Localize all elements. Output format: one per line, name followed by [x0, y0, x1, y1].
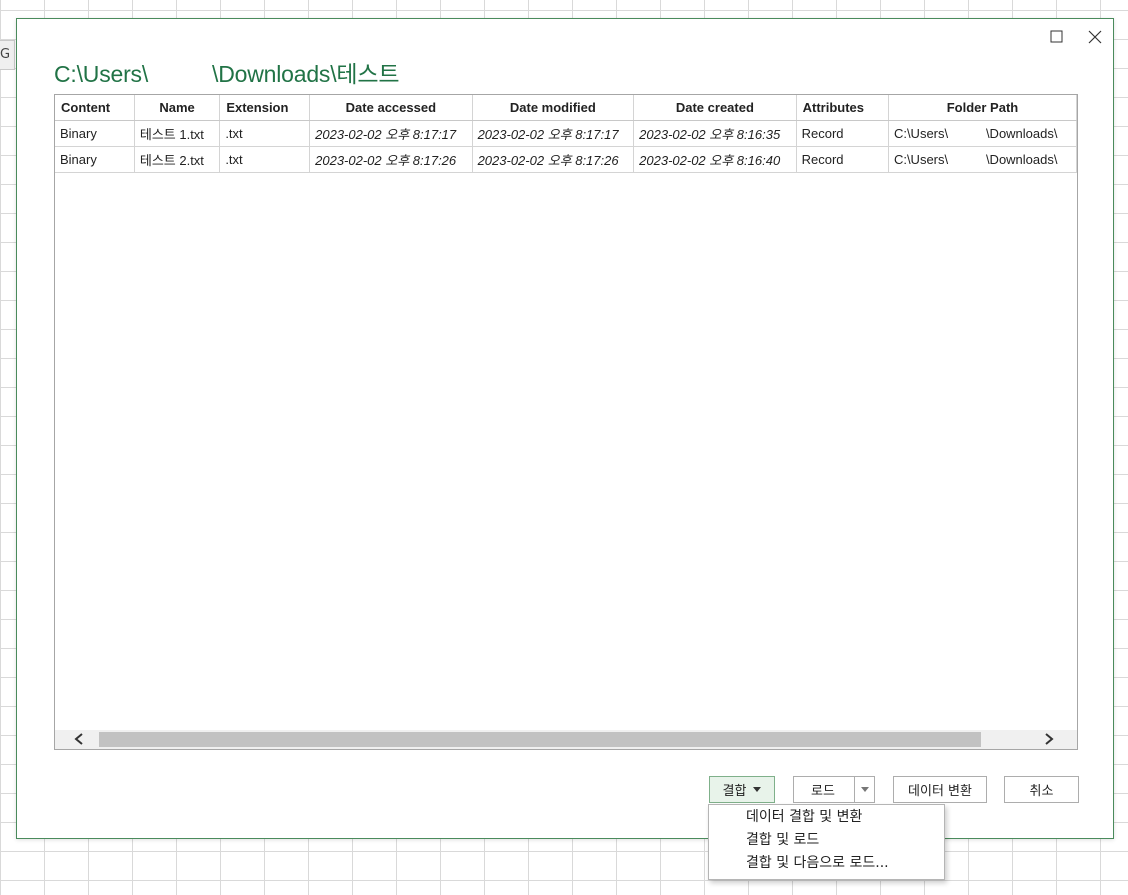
caret-down-icon — [753, 787, 762, 792]
menu-item-combine-and-transform[interactable]: 데이터 결합 및 변환 — [709, 806, 944, 829]
cell-content[interactable]: Binary — [55, 146, 135, 173]
menu-item-combine-and-load[interactable]: 결합 및 로드 — [709, 829, 944, 852]
cell-folder-path[interactable]: C:\Users\ \Downloads\ — [888, 120, 1077, 147]
folder-path-title: C:\Users\ \Downloads\테스트 — [54, 55, 399, 89]
column-header[interactable]: Folder Path — [888, 95, 1077, 121]
scrollbar-thumb[interactable] — [99, 732, 981, 747]
folder-path-prefix: C:\Users\ — [893, 126, 949, 141]
navigator-dialog: C:\Users\ \Downloads\테스트 Content Name Ext… — [16, 18, 1114, 839]
path-title-suffix: \Downloads\테스트 — [212, 61, 400, 87]
combine-button-label: 결합 — [722, 784, 747, 799]
cell-name[interactable]: 테스트 2.txt — [134, 146, 221, 173]
cell-date-modified[interactable]: 2023-02-02 오후 8:17:26 — [472, 146, 635, 173]
load-dropdown-button[interactable] — [854, 776, 875, 803]
cell-folder-path[interactable]: C:\Users\ \Downloads\ — [888, 146, 1077, 173]
cell-extension[interactable]: .txt — [219, 146, 311, 173]
table-row[interactable]: Binary 테스트 1.txt .txt 2023-02-02 오후 8:17… — [55, 120, 1077, 147]
cell-date-accessed[interactable]: 2023-02-02 오후 8:17:26 — [309, 146, 473, 173]
column-header[interactable]: Date created — [633, 95, 797, 121]
column-header[interactable]: Date accessed — [309, 95, 473, 121]
path-title-prefix: C:\Users\ — [54, 61, 149, 87]
cell-attributes[interactable]: Record — [796, 146, 889, 173]
cancel-button-label: 취소 — [1029, 784, 1054, 799]
folder-path-suffix: \Downloads\ — [985, 126, 1058, 141]
cell-date-created[interactable]: 2023-02-02 오후 8:16:40 — [633, 146, 797, 173]
cell-content[interactable]: Binary — [55, 120, 135, 147]
cancel-button[interactable]: 취소 — [1004, 776, 1079, 803]
column-header[interactable]: Date modified — [472, 95, 635, 121]
combine-button[interactable]: 결합 — [709, 776, 775, 803]
column-header[interactable]: Content — [55, 95, 135, 121]
maximize-button[interactable] — [1047, 27, 1067, 47]
column-header[interactable]: Attributes — [796, 95, 889, 121]
menu-item-combine-and-load-to[interactable]: 결합 및 다음으로 로드... — [709, 852, 944, 875]
combine-dropdown-menu: 데이터 결합 및 변환 결합 및 로드 결합 및 다음으로 로드... — [708, 804, 945, 880]
file-table: Content Name Extension Date accessed Dat… — [55, 95, 1077, 173]
table-row[interactable]: Binary 테스트 2.txt .txt 2023-02-02 오후 8:17… — [55, 146, 1077, 173]
column-header[interactable]: Extension — [219, 95, 311, 121]
table-header-row: Content Name Extension Date accessed Dat… — [55, 95, 1077, 121]
close-icon — [1088, 30, 1102, 44]
file-preview-grid: Content Name Extension Date accessed Dat… — [54, 94, 1078, 750]
cell-date-accessed[interactable]: 2023-02-02 오후 8:17:17 — [309, 120, 473, 147]
load-button-label: 로드 — [811, 784, 835, 799]
cell-name[interactable]: 테스트 1.txt — [134, 120, 221, 147]
column-header-label: G — [0, 47, 11, 62]
chevron-left-icon — [74, 733, 83, 745]
transform-data-button[interactable]: 데이터 변환 — [893, 776, 987, 803]
close-button[interactable] — [1085, 27, 1105, 47]
spreadsheet-column-header: G — [0, 40, 15, 70]
column-header[interactable]: Name — [134, 95, 221, 121]
maximize-icon — [1050, 30, 1063, 43]
cell-attributes[interactable]: Record — [796, 120, 889, 147]
scroll-right-button[interactable] — [1039, 730, 1059, 749]
transform-button-label: 데이터 변환 — [908, 784, 972, 799]
folder-path-prefix: C:\Users\ — [893, 152, 949, 167]
cell-date-created[interactable]: 2023-02-02 오후 8:16:35 — [633, 120, 797, 147]
load-button[interactable]: 로드 — [793, 776, 855, 803]
scroll-left-button[interactable] — [69, 730, 89, 749]
cell-extension[interactable]: .txt — [219, 120, 311, 147]
cell-date-modified[interactable]: 2023-02-02 오후 8:17:17 — [472, 120, 635, 147]
horizontal-scrollbar[interactable] — [55, 730, 1077, 749]
caret-down-icon — [860, 787, 869, 792]
chevron-right-icon — [1045, 733, 1054, 745]
folder-path-suffix: \Downloads\ — [985, 152, 1058, 167]
